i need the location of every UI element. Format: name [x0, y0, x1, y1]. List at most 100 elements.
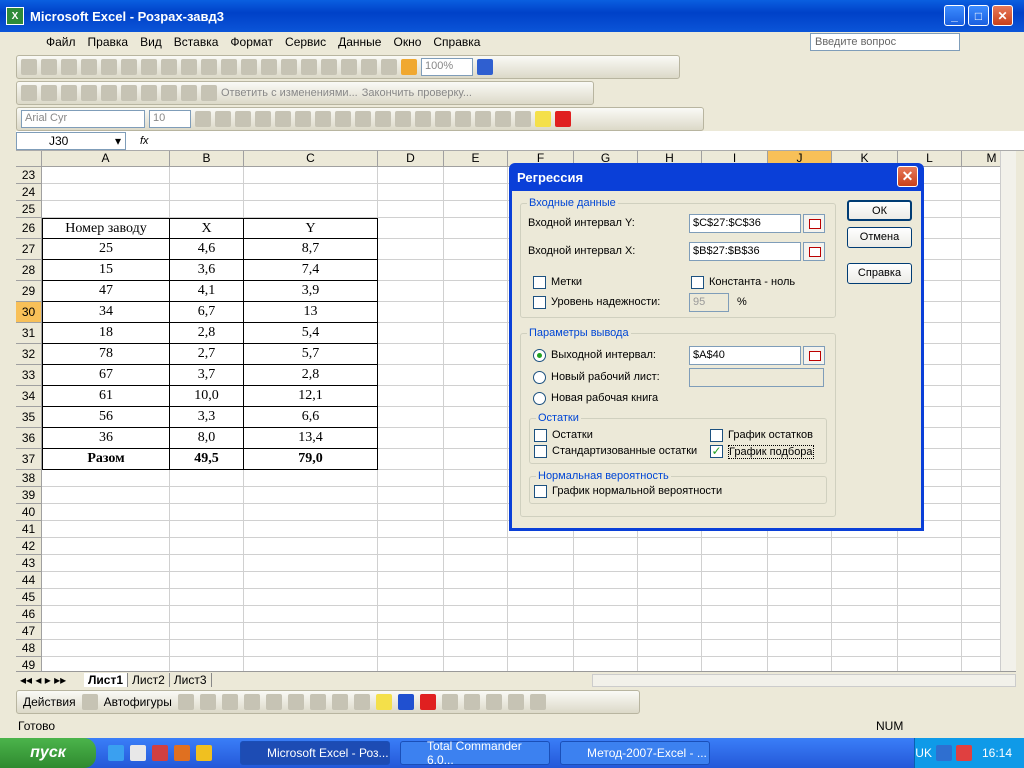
x-range-collapse-icon[interactable] — [803, 242, 825, 261]
table-cell[interactable]: 4,1 — [170, 281, 244, 302]
column-header[interactable]: M — [962, 151, 1000, 167]
table-cell[interactable]: 6,7 — [170, 302, 244, 323]
name-box[interactable]: J30 ▾ — [16, 131, 126, 150]
antivirus-icon[interactable] — [955, 745, 972, 761]
tab-sheet3[interactable]: Лист3 — [170, 673, 212, 687]
menu-view[interactable]: Вид — [134, 35, 168, 49]
new-icon[interactable] — [21, 59, 37, 75]
task-word-doc[interactable]: Метод-2007-Excel - ... — [560, 741, 710, 765]
row-header[interactable]: 27 — [16, 239, 42, 260]
ink-comments-icon[interactable] — [201, 85, 217, 101]
fill-color-icon[interactable] — [375, 694, 392, 710]
arrow-icon[interactable] — [199, 694, 216, 710]
redo-icon[interactable] — [301, 59, 317, 75]
increase-indent-icon[interactable] — [475, 111, 491, 127]
textbox-icon[interactable] — [265, 694, 282, 710]
justify-icon[interactable] — [315, 111, 331, 127]
research-icon[interactable] — [181, 59, 197, 75]
firefox-icon[interactable] — [174, 745, 190, 761]
reply-with-changes-button[interactable]: Ответить с изменениями... — [221, 87, 358, 99]
dialog-titlebar[interactable]: Регрессия ✕ — [512, 163, 921, 191]
residuals-checkbox[interactable] — [534, 429, 547, 442]
italic-icon[interactable] — [215, 111, 231, 127]
diagram-icon[interactable] — [309, 694, 326, 710]
track-changes-icon[interactable] — [121, 85, 137, 101]
dash-style-icon[interactable] — [463, 694, 480, 710]
table-cell[interactable]: Номер заводу — [42, 218, 170, 239]
row-header[interactable]: 48 — [16, 640, 42, 657]
desktop-icon[interactable] — [130, 745, 146, 761]
align-center-icon[interactable] — [275, 111, 291, 127]
paste-icon[interactable] — [241, 59, 257, 75]
tab-sheet1[interactable]: Лист1 — [84, 673, 129, 687]
task-excel[interactable]: Microsoft Excel - Роз... — [240, 741, 390, 765]
row-header[interactable]: 45 — [16, 589, 42, 606]
task-total-commander[interactable]: Total Commander 6.0... — [400, 739, 550, 767]
normal-plot-checkbox[interactable] — [534, 485, 547, 498]
table-cell[interactable]: 79,0 — [244, 449, 378, 470]
row-header[interactable]: 49 — [16, 657, 42, 671]
wordart-icon[interactable] — [287, 694, 304, 710]
excel-app-icon[interactable]: X — [6, 7, 24, 25]
show-comment-icon[interactable] — [61, 85, 77, 101]
column-header[interactable]: D — [378, 151, 444, 167]
start-button[interactable]: пуск — [0, 738, 96, 768]
table-cell[interactable]: 8,0 — [170, 428, 244, 449]
row-header[interactable]: 25 — [16, 201, 42, 218]
font-color-icon[interactable] — [555, 111, 571, 127]
table-cell[interactable]: 61 — [42, 386, 170, 407]
row-header[interactable]: 30 — [16, 302, 42, 323]
column-header[interactable]: E — [444, 151, 508, 167]
comma-style-icon[interactable] — [395, 111, 411, 127]
table-cell[interactable]: 67 — [42, 365, 170, 386]
cut-icon[interactable] — [201, 59, 217, 75]
copy-icon[interactable] — [221, 59, 237, 75]
help-button[interactable]: Справка — [847, 263, 912, 284]
decrease-decimal-icon[interactable] — [435, 111, 451, 127]
table-cell[interactable]: 4,6 — [170, 239, 244, 260]
labels-checkbox[interactable] — [533, 276, 546, 289]
increase-decimal-icon[interactable] — [415, 111, 431, 127]
horizontal-scrollbar[interactable] — [591, 673, 1016, 687]
3d-icon[interactable] — [529, 694, 546, 710]
row-header[interactable]: 34 — [16, 386, 42, 407]
vertical-scrollbar[interactable] — [1000, 151, 1016, 671]
table-cell[interactable]: 2,8 — [244, 365, 378, 386]
row-header[interactable]: 32 — [16, 344, 42, 365]
x-range-input[interactable]: $B$27:$B$36 — [689, 242, 801, 261]
table-cell[interactable]: 2,8 — [170, 323, 244, 344]
bold-icon[interactable] — [195, 111, 211, 127]
autoshapes-menu[interactable]: Автофигуры — [104, 695, 172, 709]
table-cell[interactable]: Y — [244, 218, 378, 239]
delete-comment-icon[interactable] — [101, 85, 117, 101]
new-sheet-input[interactable] — [689, 368, 824, 387]
line-style-icon[interactable] — [441, 694, 458, 710]
row-header[interactable]: 23 — [16, 167, 42, 184]
actions-menu[interactable]: Действия — [23, 695, 76, 709]
table-cell[interactable]: 3,3 — [170, 407, 244, 428]
font-color-icon[interactable] — [419, 694, 436, 710]
format-painter-icon[interactable] — [261, 59, 277, 75]
chart-wizard-icon[interactable] — [381, 59, 397, 75]
new-sheet-radio[interactable] — [533, 371, 546, 384]
output-range-input[interactable]: $A$40 — [689, 346, 801, 365]
row-header[interactable]: 38 — [16, 470, 42, 487]
table-cell[interactable]: 13 — [244, 302, 378, 323]
rectangle-icon[interactable] — [221, 694, 238, 710]
function-icon[interactable] — [515, 111, 531, 127]
reject-icon[interactable] — [141, 85, 157, 101]
picture-icon[interactable] — [353, 694, 370, 710]
minimize-button[interactable]: _ — [944, 5, 965, 26]
permission-icon[interactable] — [81, 59, 97, 75]
menu-file[interactable]: Файл — [40, 35, 82, 49]
open-icon[interactable] — [41, 59, 57, 75]
ask-question-input[interactable]: Введите вопрос — [810, 33, 960, 51]
table-cell[interactable]: 34 — [42, 302, 170, 323]
align-left-icon[interactable] — [255, 111, 271, 127]
table-cell[interactable]: 3,7 — [170, 365, 244, 386]
table-cell[interactable]: 47 — [42, 281, 170, 302]
line-fit-checkbox[interactable]: ✓ — [710, 445, 723, 458]
print-preview-icon[interactable] — [141, 59, 157, 75]
spelling-icon[interactable] — [161, 59, 177, 75]
zoom-select[interactable]: 100% — [421, 58, 473, 76]
